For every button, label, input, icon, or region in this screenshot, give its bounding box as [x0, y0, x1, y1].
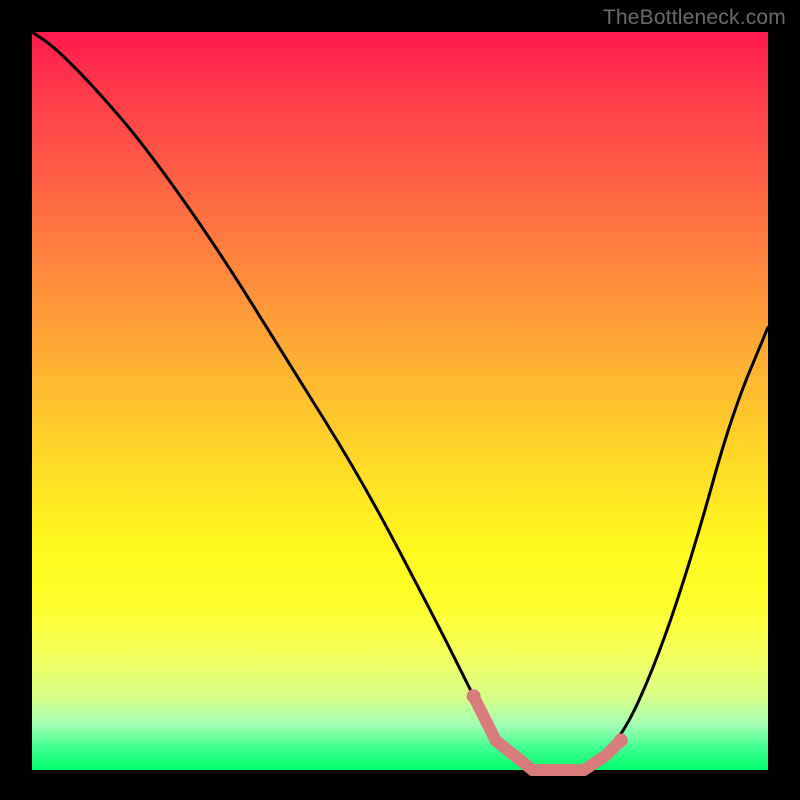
highlight-endpoint [614, 733, 628, 747]
highlight-endpoint [467, 689, 481, 703]
bottleneck-curve [32, 32, 768, 770]
highlight-line [496, 740, 533, 770]
chart-frame: TheBottleneck.com [0, 0, 800, 800]
highlight-line [474, 696, 496, 740]
chart-plot-area [32, 32, 768, 770]
highlight-segment [467, 689, 628, 770]
watermark-text: TheBottleneck.com [603, 6, 786, 30]
chart-svg [32, 32, 768, 770]
